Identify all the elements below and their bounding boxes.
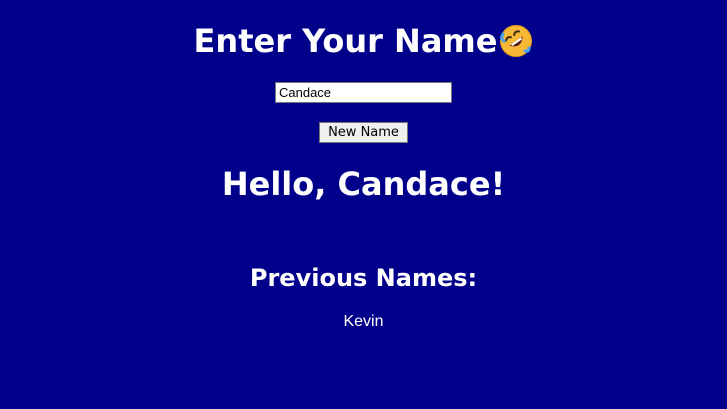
- name-input[interactable]: [275, 82, 452, 103]
- previous-names-heading: Previous Names:: [249, 264, 478, 292]
- previous-name-item: Kevin: [343, 313, 384, 330]
- title-row: Enter Your Name: [0, 20, 727, 62]
- greeting-text: Hello, Candace!: [221, 165, 506, 203]
- previous-names-list: Kevin: [0, 312, 727, 332]
- rolling-on-floor-laughing-emoji-icon: [499, 24, 533, 58]
- page: Enter Your Name New Name Hello, Candace!…: [0, 0, 727, 409]
- page-title: Enter Your Name: [193, 22, 498, 60]
- new-name-button[interactable]: New Name: [319, 122, 408, 143]
